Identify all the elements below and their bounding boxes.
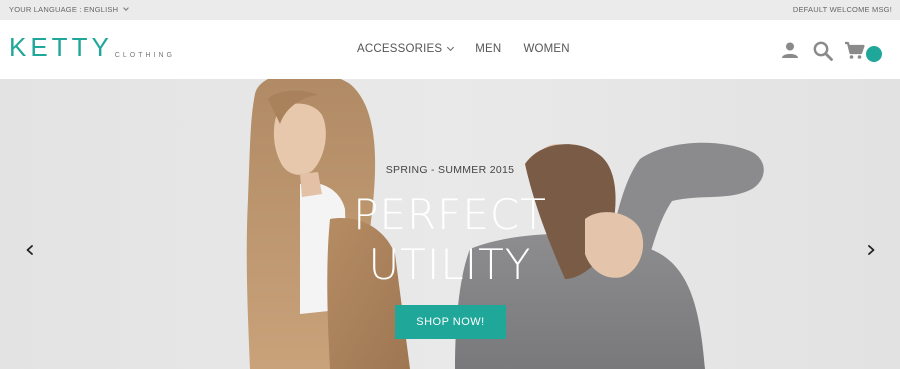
language-selector[interactable]: YOUR LANGUAGE : ENGLISH xyxy=(9,5,130,14)
nav-item-label: WOMEN xyxy=(523,43,570,55)
nav-item-label: MEN xyxy=(475,43,502,55)
site-header: KETTY CLOTHING ACCESSORIES MEN WOMEN xyxy=(0,20,900,79)
logo-main-text: KETTY xyxy=(9,32,113,62)
language-label: YOUR LANGUAGE : ENGLISH xyxy=(9,5,119,14)
hero-headline-line2: UTILITY xyxy=(368,240,532,289)
cart-count-badge[interactable] xyxy=(866,46,882,62)
chevron-down-icon xyxy=(447,43,455,51)
nav-item-women[interactable]: WOMEN xyxy=(523,43,569,55)
hero-headline-line1: PERFECT xyxy=(353,190,547,239)
search-icon[interactable] xyxy=(812,40,834,67)
slider-prev-arrow-icon[interactable] xyxy=(25,242,35,255)
main-nav: ACCESSORIES MEN WOMEN xyxy=(357,43,570,55)
nav-item-men[interactable]: MEN xyxy=(475,43,501,55)
logo-sub-text: CLOTHING xyxy=(114,52,175,59)
shop-now-button[interactable]: SHOP NOW! xyxy=(395,305,506,339)
user-icon[interactable] xyxy=(780,40,800,65)
nav-item-label: ACCESSORIES xyxy=(357,43,443,55)
top-bar: YOUR LANGUAGE : ENGLISH DEFAULT WELCOME … xyxy=(0,0,900,20)
header-icons xyxy=(780,40,892,64)
slider-next-arrow-icon[interactable] xyxy=(866,242,876,255)
hero-slider: SPRING - SUMMER 2015 PERFECT UTILITY SHO… xyxy=(0,79,900,369)
hero-season-label: SPRING - SUMMER 2015 xyxy=(385,164,515,176)
cart-icon[interactable] xyxy=(844,40,866,67)
chevron-down-icon xyxy=(123,5,130,11)
nav-item-accessories[interactable]: ACCESSORIES xyxy=(357,43,455,55)
welcome-message: DEFAULT WELCOME MSG! xyxy=(792,5,892,14)
logo[interactable]: KETTY CLOTHING xyxy=(9,34,175,60)
hero-content: SPRING - SUMMER 2015 PERFECT UTILITY SHO… xyxy=(0,79,900,369)
